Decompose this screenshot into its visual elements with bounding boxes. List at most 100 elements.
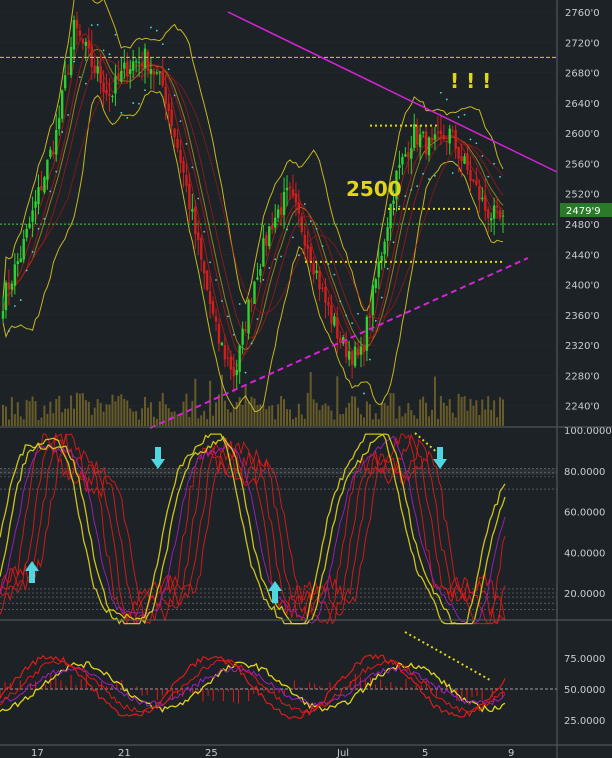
candle-body xyxy=(66,72,70,74)
candle-body xyxy=(191,209,194,212)
volume-bar xyxy=(126,400,129,426)
candle-body xyxy=(365,316,369,351)
candle-body xyxy=(114,76,117,94)
volume-bar xyxy=(419,399,422,426)
volume-bar xyxy=(129,408,132,426)
candle-body xyxy=(489,218,493,221)
candle-body xyxy=(137,62,141,64)
volume-bar xyxy=(407,402,410,426)
volume-bar xyxy=(475,400,478,426)
volume-bar xyxy=(149,402,152,426)
sar-dot xyxy=(25,269,28,272)
volume-bar xyxy=(217,394,220,426)
candle-body xyxy=(356,348,360,356)
candle-body xyxy=(52,151,55,155)
candle-body xyxy=(386,227,389,241)
volume-bar xyxy=(262,405,265,426)
volume-bar xyxy=(141,408,144,426)
price-tick-label: 2400'0 xyxy=(565,281,600,292)
sar-dot xyxy=(487,175,490,178)
volume-bar xyxy=(25,399,28,426)
volume-bar xyxy=(466,410,469,426)
candle-body xyxy=(454,129,457,149)
candle-body xyxy=(460,156,463,162)
volume-bar xyxy=(469,398,472,426)
candle-body xyxy=(318,270,321,290)
sar-dot xyxy=(49,190,52,193)
trading-chart[interactable]: 2500 ! ! ! 2760'0 2720'0 2680'0 2640'0 2600'… xyxy=(0,0,612,758)
candle-body xyxy=(327,302,330,306)
candle-body xyxy=(58,118,61,129)
volume-bar xyxy=(191,400,194,426)
volume-bar xyxy=(138,419,141,426)
candle-body xyxy=(220,342,224,346)
volume-bar xyxy=(200,415,203,426)
sar-dot xyxy=(333,273,336,276)
osc-tick-label: 25.0000 xyxy=(564,716,605,727)
sar-dot xyxy=(61,131,64,133)
sar-dot xyxy=(226,315,229,318)
volume-bar xyxy=(250,396,253,426)
volume-bar xyxy=(102,411,105,426)
sar-dot xyxy=(439,91,442,94)
candle-body xyxy=(117,73,120,81)
volume-bar xyxy=(93,407,96,426)
volume-bar xyxy=(155,418,158,426)
volume-bar xyxy=(357,407,360,426)
price-tick-label: 2760'0 xyxy=(565,8,600,19)
candle-body xyxy=(102,82,105,93)
candle-body xyxy=(291,189,295,196)
chart-background xyxy=(0,0,612,758)
candle-body xyxy=(46,159,49,180)
candle-body xyxy=(472,179,475,182)
stoch-tick-label: 20.0000 xyxy=(564,589,605,600)
volume-bar xyxy=(416,418,419,426)
volume-bar xyxy=(265,409,268,426)
volume-bar xyxy=(283,399,286,426)
candle-body xyxy=(501,215,505,217)
volume-bar xyxy=(448,399,451,426)
volume-bar xyxy=(374,413,377,426)
price-tick-label: 2520'0 xyxy=(565,190,600,201)
candle-body xyxy=(84,41,88,46)
volume-bar xyxy=(410,410,413,426)
volume-bar xyxy=(28,401,31,426)
sar-dot xyxy=(357,312,359,315)
candle-body xyxy=(389,203,392,229)
candle-body xyxy=(185,175,188,186)
sar-dot xyxy=(221,300,223,302)
candle-body xyxy=(19,258,22,263)
candle-body xyxy=(72,20,76,50)
sar-dot xyxy=(256,318,259,320)
sar-dot xyxy=(351,322,354,325)
volume-bar xyxy=(16,402,19,426)
volume-bar xyxy=(321,405,324,426)
sar-dot xyxy=(297,254,300,257)
candle-body xyxy=(350,351,354,365)
candle-body xyxy=(60,90,64,119)
volume-bar xyxy=(309,372,312,426)
candle-body xyxy=(140,63,144,67)
candle-body xyxy=(436,131,440,133)
volume-bar xyxy=(401,416,404,426)
stoch-tick-label: 60.0000 xyxy=(564,508,605,519)
candle-body xyxy=(259,269,262,276)
candle-body xyxy=(362,344,366,352)
price-tick-label: 2440'0 xyxy=(565,250,600,261)
sar-dot xyxy=(232,333,235,336)
sar-dot xyxy=(197,197,200,200)
candle-body xyxy=(487,209,490,219)
volume-bar xyxy=(81,393,84,426)
sar-dot xyxy=(191,166,194,169)
level-annotation: 2500 xyxy=(346,177,402,201)
sar-dot xyxy=(292,236,294,239)
sar-dot xyxy=(475,142,478,145)
candle-body xyxy=(197,232,200,241)
candle-body xyxy=(407,152,410,158)
osc-axis[interactable]: 75.0000 50.0000 25.0000 xyxy=(564,654,605,727)
price-tick-label: 2280'0 xyxy=(565,371,600,382)
sar-dot xyxy=(327,263,330,265)
volume-bar xyxy=(206,419,209,426)
candle-body xyxy=(297,202,301,214)
volume-bar xyxy=(108,404,111,426)
